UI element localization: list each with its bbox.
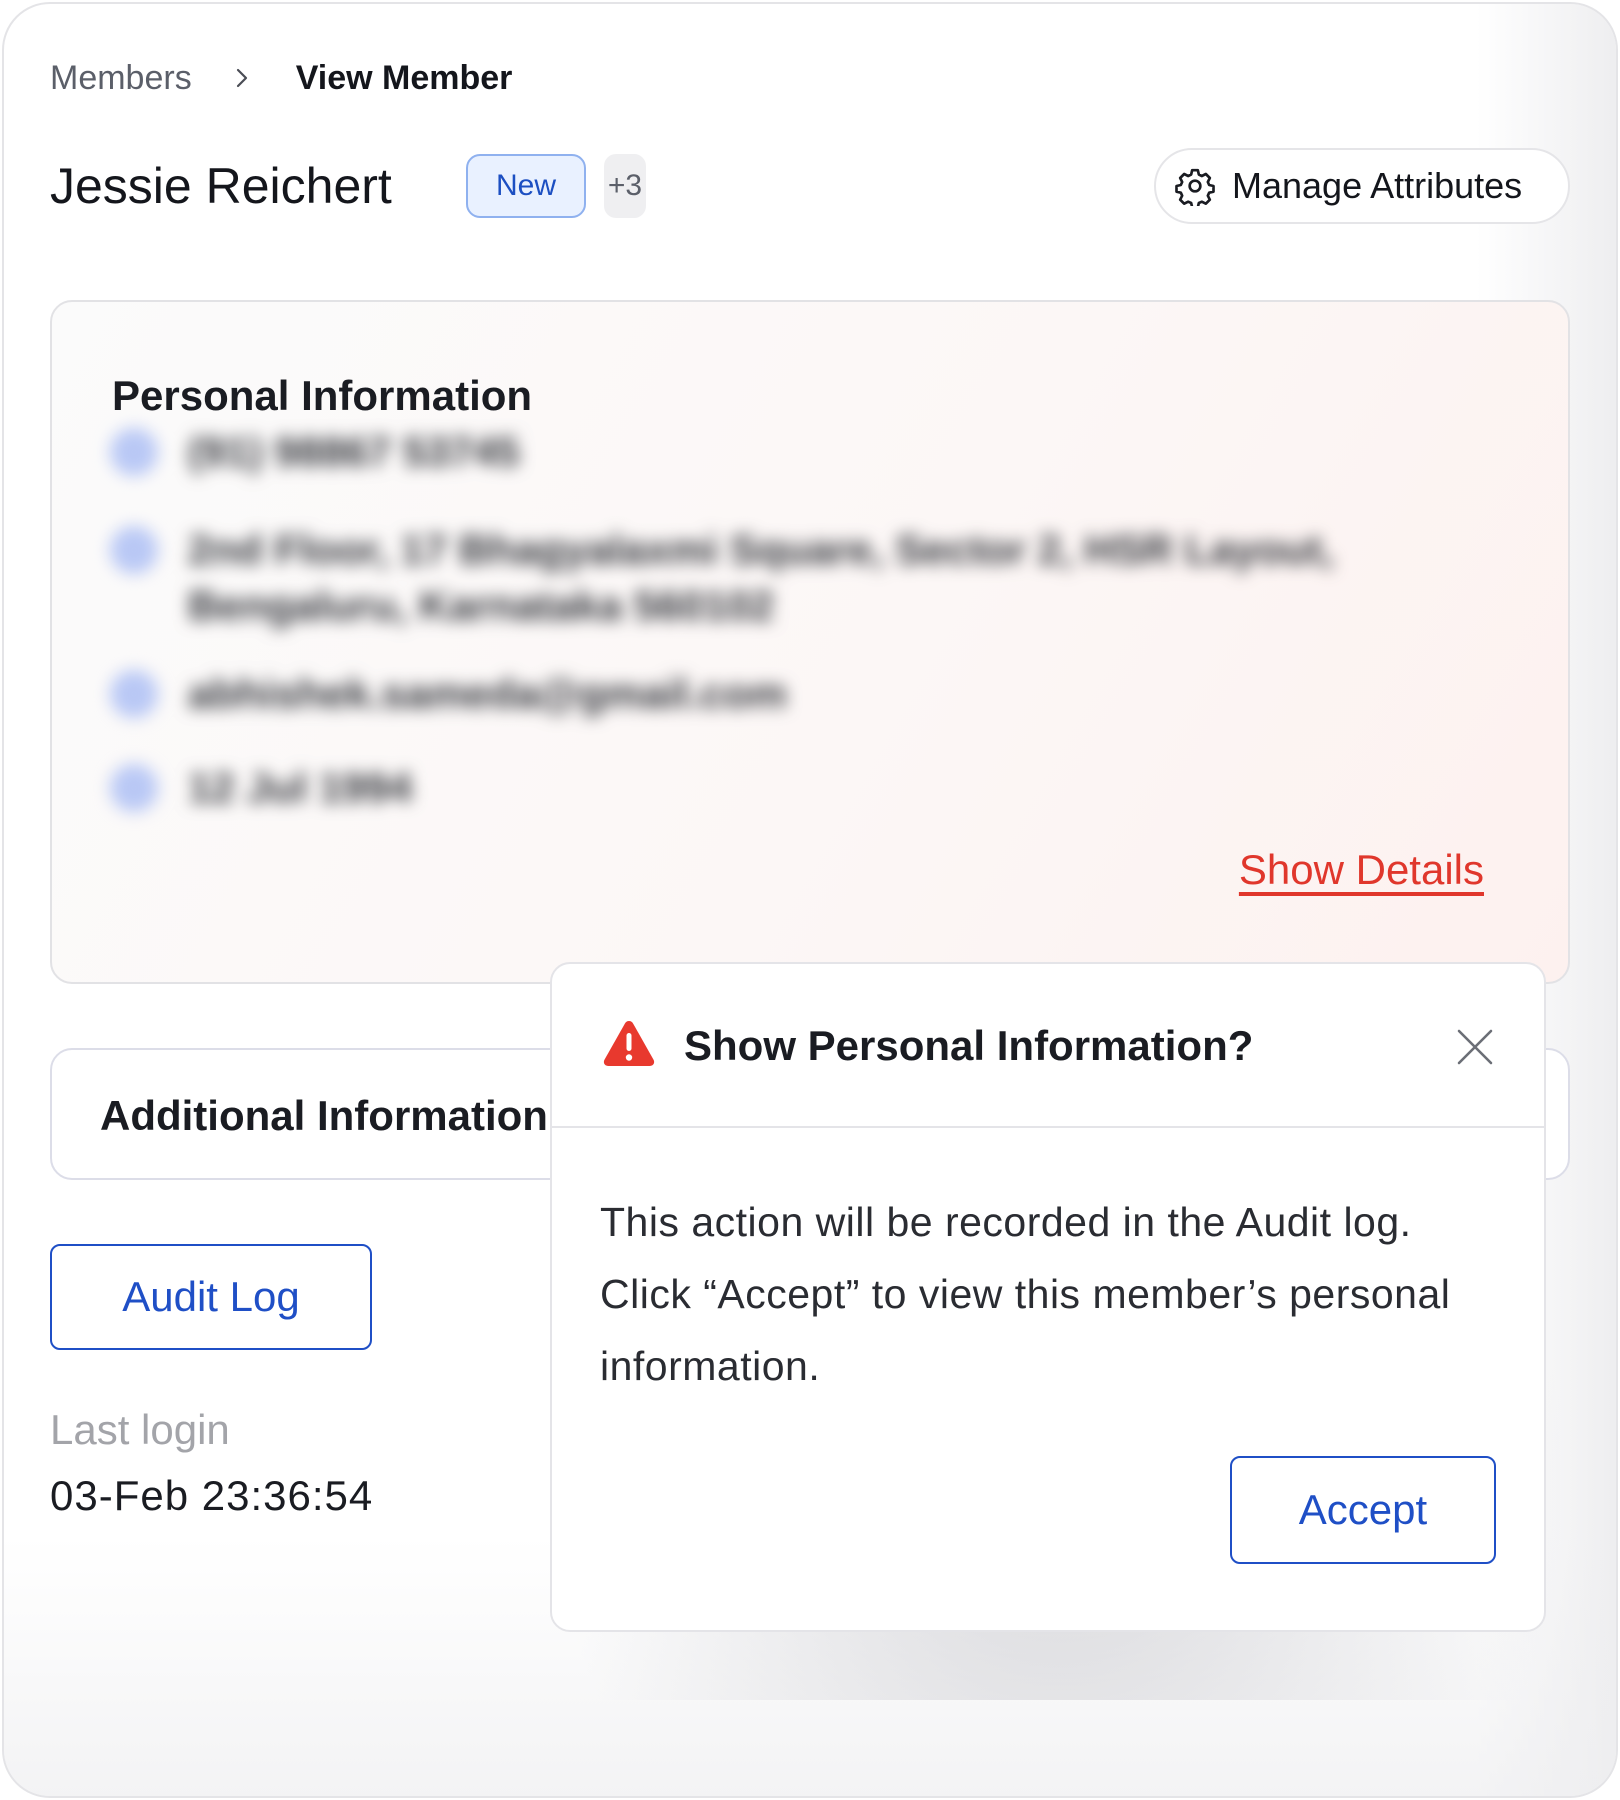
breadcrumb-current: View Member <box>295 58 513 97</box>
audit-log-button[interactable]: Audit Log <box>50 1244 372 1350</box>
dialog-header: Show Personal Information? <box>552 964 1544 1128</box>
manage-attributes-label: Manage Attributes <box>1232 165 1523 206</box>
dialog-message: This action will be recorded in the Audi… <box>600 1199 1451 1389</box>
breadcrumb-members-link[interactable]: Members <box>50 59 192 98</box>
close-icon[interactable] <box>1456 1028 1494 1066</box>
accept-button[interactable]: Accept <box>1230 1456 1496 1564</box>
page-title: Jessie Reichert <box>50 158 392 214</box>
redacted-dob-text: 12 Jul 1994 <box>188 764 413 811</box>
phone-icon <box>110 428 158 476</box>
confirm-dialog: Show Personal Information? This action w… <box>550 962 1546 1632</box>
more-tags-badge[interactable]: +3 <box>604 154 646 218</box>
breadcrumb: Members View Member <box>50 56 512 100</box>
personal-information-card: Personal Information (91) 98867 53745 2n… <box>50 300 1570 984</box>
status-badge[interactable]: New <box>466 154 586 218</box>
redacted-address-row: 2nd Floor, 17 Bhagyalaxmi Square, Sector… <box>110 522 1388 634</box>
personal-information-title: Personal Information <box>112 372 533 419</box>
location-icon <box>110 526 158 574</box>
dialog-title: Show Personal Information? <box>684 1022 1254 1069</box>
last-login-value: 03-Feb 23:36:54 <box>50 1472 374 1519</box>
redacted-phone-row: (91) 98867 53745 <box>110 424 520 480</box>
chevron-right-icon <box>222 58 262 98</box>
calendar-icon <box>110 764 158 812</box>
redacted-email-row: abhishek.sameda@gmail.com <box>110 666 787 722</box>
additional-information-title: Additional Information <box>100 1092 548 1139</box>
redacted-dob-row: 12 Jul 1994 <box>110 760 412 816</box>
last-login-label: Last login <box>50 1406 230 1453</box>
warning-icon <box>602 1018 656 1068</box>
manage-attributes-button[interactable]: Manage Attributes <box>1154 148 1570 224</box>
redacted-email-text: abhishek.sameda@gmail.com <box>188 670 787 717</box>
redacted-phone-text: (91) 98867 53745 <box>188 428 520 475</box>
show-details-link[interactable]: Show Details <box>1239 846 1484 894</box>
redacted-address-text: 2nd Floor, 17 Bhagyalaxmi Square, Sector… <box>188 526 1334 629</box>
gear-icon <box>1174 165 1216 207</box>
mail-icon <box>110 670 158 718</box>
